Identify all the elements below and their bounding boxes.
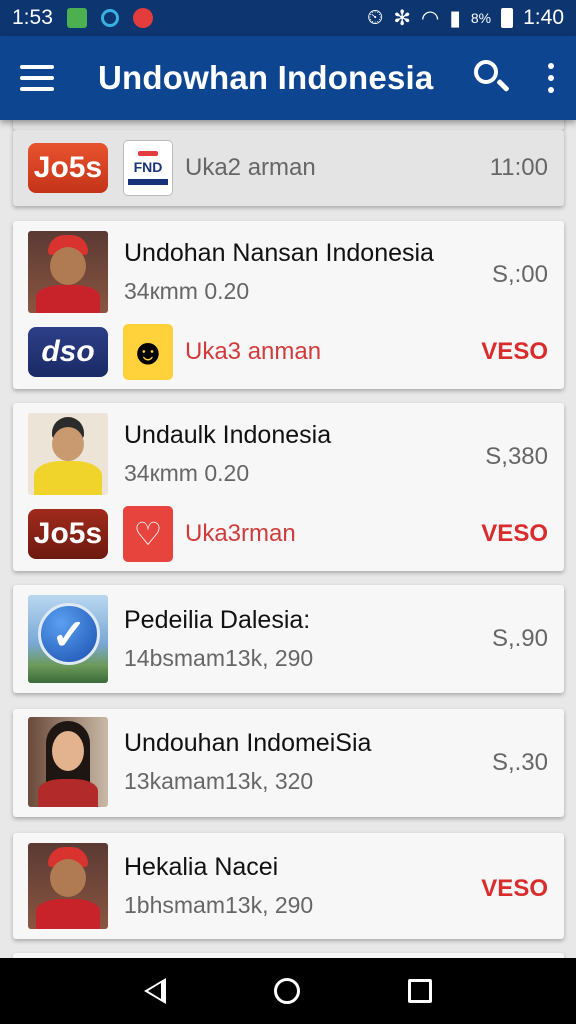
wifi-icon: ◠ [421,6,440,30]
hamburger-menu-icon[interactable] [20,65,54,91]
veso-button[interactable]: VESO [481,520,548,548]
overflow-menu-icon[interactable] [546,63,556,93]
search-icon[interactable] [472,58,512,98]
smiley-icon: ☻ [123,324,173,380]
item-value: S,380 [485,443,548,470]
item-time: 11:00 [489,154,548,181]
home-icon[interactable] [274,978,300,1004]
signal-icon: ▮ [449,6,461,30]
avatar [28,843,108,929]
recent-apps-icon[interactable] [408,979,432,1003]
jo5s-logo: Jo5s [28,509,108,559]
notification-alert-icon [132,8,153,28]
status-time-left: 1:53 [12,6,53,29]
item-name: Hekalia Nacei [124,853,279,881]
item-value: S,:00 [491,261,548,288]
status-right: ⏲ ✻ ◠ ▮ 8% 1:40 [367,6,564,31]
bluetooth-icon: ✻ [393,6,411,30]
status-left: 1:53 [12,6,153,30]
alarm-icon: ⏲ [367,6,384,29]
item-meta: 14bsmam13k, 290 [124,645,314,671]
avatar [28,231,108,313]
list-item[interactable]: Undouhan IndomeiSia 13kamam13k, 320 S,.3… [13,709,564,817]
item-name: Undaulk Indonesia [124,421,332,449]
app-title: Undowhan Indonesia [98,59,434,96]
item-meta: 13kamam13k, 320 [124,768,314,794]
item-name: Pedeilia Dalesia: [124,606,311,634]
fnd-badge-icon: FND [123,140,173,196]
sync-icon [100,9,119,27]
list-item[interactable] [13,120,564,130]
item-name: Undohan Nansan Indonesia [124,239,434,267]
avatar [28,413,108,495]
app-bar: Undowhan Indonesia [0,36,576,120]
heart-icon: ♡ [123,506,173,562]
avatar [28,717,108,807]
list-item[interactable]: Hekalia Nacei 1bhsmam13k, 290 VESO [13,833,564,939]
item-value: S,.30 [491,749,548,776]
list-item[interactable]: ✓ Pedeilia Dalesia: 14bsmam13k, 290 S,.9… [13,585,564,693]
status-bar: 1:53 ⏲ ✻ ◠ ▮ 8% 1:40 [0,0,576,36]
item-meta: 34кmm 0.20 [124,278,250,304]
dso-logo: dso [28,327,108,377]
navigation-bar [0,958,576,1024]
item-meta: 34кmm 0.20 [124,460,250,486]
list-item[interactable]: Undohan Nansan Indonesia 34кmm 0.20 S,:0… [13,221,564,389]
jo5s-logo: Jo5s [28,143,108,193]
veso-button[interactable]: VESO [481,338,548,366]
item-sub-label: Uka3rman [185,520,296,547]
notification-app-icon [66,8,87,28]
veso-button[interactable]: VESO [481,875,548,903]
item-meta: 1bhsmam13k, 290 [124,892,314,918]
item-sub-label: Uka2 arman [185,154,316,181]
battery-icon [501,8,514,28]
status-time-right: 1:40 [523,6,564,29]
battery-percent: 8% [470,10,492,26]
item-name: Undouhan IndomeiSia [124,729,372,757]
checkmark-icon: ✓ [28,595,108,683]
list-item[interactable]: Undaulk Indonesia 34кmm 0.20 S,380 Jo5s … [13,403,564,571]
item-list[interactable]: Jo5s FND Uka2 arman 11:00 Undohan Nansan… [0,120,576,958]
back-icon[interactable] [144,978,166,1004]
item-sub-label: Uka3 anman [185,338,322,365]
item-value: S,.90 [491,625,548,652]
list-item[interactable]: Jo5s FND Uka2 arman 11:00 [13,130,564,206]
